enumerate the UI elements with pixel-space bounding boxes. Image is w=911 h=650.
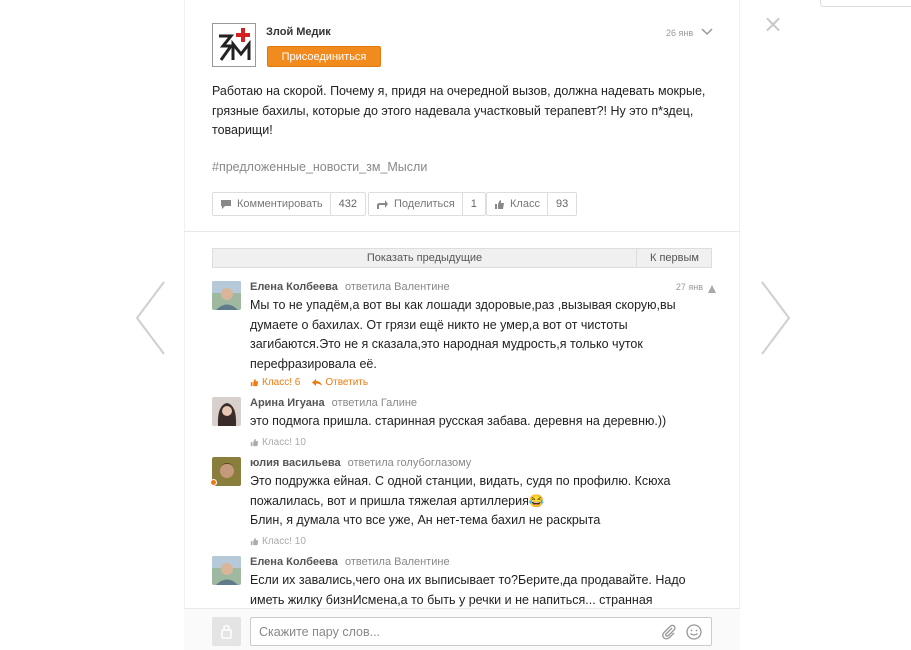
- divider: [184, 231, 740, 232]
- comment-author[interactable]: Арина Игуана: [250, 397, 325, 409]
- share-icon: [377, 199, 388, 209]
- klass-button[interactable]: Класс! 10: [250, 536, 306, 547]
- comment-author[interactable]: юлия васильева: [250, 457, 341, 469]
- online-status-indicator: [210, 479, 217, 486]
- thumbs-up-icon: [250, 378, 259, 387]
- comment-item: Елена Колбеева ответила Валентине 27 янв…: [212, 281, 717, 391]
- paperclip-icon[interactable]: [660, 623, 678, 641]
- close-icon[interactable]: ×: [763, 12, 783, 36]
- join-button[interactable]: Присоединиться: [267, 46, 381, 67]
- avatar[interactable]: [212, 397, 241, 426]
- comment-input[interactable]: [259, 623, 649, 641]
- comment-text-line: Блин, я думала что все уже, Ан нет-тема …: [250, 513, 601, 527]
- post-text: Работаю на скорой. Почему я, придя на оч…: [212, 84, 706, 137]
- thumbs-up-icon: [250, 537, 259, 546]
- top-right-fragment: [820, 0, 911, 7]
- comment-date: 27 янв: [675, 282, 703, 292]
- lock-icon: [221, 624, 232, 639]
- klass-button[interactable]: Класс! 6: [250, 377, 300, 388]
- comment-text: Это подружка ейная. С одной станции, вид…: [250, 472, 710, 531]
- comment-text: это подмога пришла. старинная русская за…: [250, 414, 667, 428]
- avatar[interactable]: [212, 281, 241, 310]
- comment-author[interactable]: Елена Колбеева: [250, 556, 338, 568]
- comment-item: Арина Игуана ответила Галине это подмога…: [212, 397, 717, 452]
- thumbs-up-icon: [495, 199, 504, 209]
- comment-reply-to[interactable]: ответила Валентине: [345, 281, 450, 293]
- share-label: Поделиться: [394, 198, 455, 210]
- comment-input-box: [250, 617, 712, 646]
- to-first-button[interactable]: К первым: [636, 249, 712, 267]
- comment-text-line: Это подружка ейная. С одной станции, вид…: [250, 474, 671, 508]
- comment-reply-to[interactable]: ответила голубоглазому: [348, 457, 472, 469]
- zm-logo-icon: [213, 24, 255, 66]
- klass-label: Класс! 6: [262, 377, 301, 388]
- avatar[interactable]: [212, 556, 241, 585]
- like-button[interactable]: Класс 93: [486, 192, 578, 216]
- current-user-avatar: [212, 617, 241, 646]
- group-logo[interactable]: [212, 23, 256, 67]
- chevron-down-icon[interactable]: [700, 25, 714, 39]
- thumbs-up-icon: [250, 438, 259, 447]
- next-post-arrow-icon[interactable]: [758, 280, 792, 356]
- comment-reply-to[interactable]: ответила Галине: [332, 397, 417, 409]
- report-icon[interactable]: [707, 281, 717, 293]
- reply-button[interactable]: Ответить: [312, 377, 368, 388]
- comment-count: 432: [329, 193, 365, 215]
- like-count: 93: [546, 193, 576, 215]
- previous-post-arrow-icon[interactable]: [134, 280, 168, 356]
- like-label: Класс: [510, 198, 540, 210]
- comment-author[interactable]: Елена Колбеева: [250, 281, 338, 293]
- klass-button[interactable]: Класс! 10: [250, 437, 306, 448]
- comment-item: юлия васильева ответила голубоглазому Эт…: [210, 457, 717, 549]
- klass-label: Класс! 10: [262, 536, 306, 547]
- comment-button[interactable]: Комментировать 432: [212, 192, 366, 216]
- smile-icon[interactable]: [685, 623, 703, 641]
- comment-text: Если их завались,чего она их выписывает …: [250, 573, 686, 607]
- reply-icon: [312, 379, 323, 386]
- comment-label: Комментировать: [237, 198, 323, 210]
- share-button[interactable]: Поделиться 1: [368, 192, 486, 216]
- comment-reply-to[interactable]: ответила Валентине: [345, 556, 450, 568]
- share-count: 1: [461, 193, 485, 215]
- show-previous-button[interactable]: Показать предыдущие: [213, 249, 636, 267]
- comment-text: Мы то не упадём,а вот вы как лошади здор…: [250, 298, 676, 371]
- post-author[interactable]: Злой Медик: [266, 26, 331, 38]
- klass-label: Класс! 10: [262, 437, 306, 448]
- comments-navigation: Показать предыдущие К первым: [212, 248, 712, 268]
- comment-icon: [221, 199, 231, 209]
- reply-label: Ответить: [325, 377, 369, 388]
- post-hashtag[interactable]: #предложенные_новости_зм_Мысли: [212, 160, 427, 174]
- post-date: 26 янв: [666, 28, 694, 38]
- comment-item: Елена Колбеева ответила Валентине Если и…: [212, 556, 717, 608]
